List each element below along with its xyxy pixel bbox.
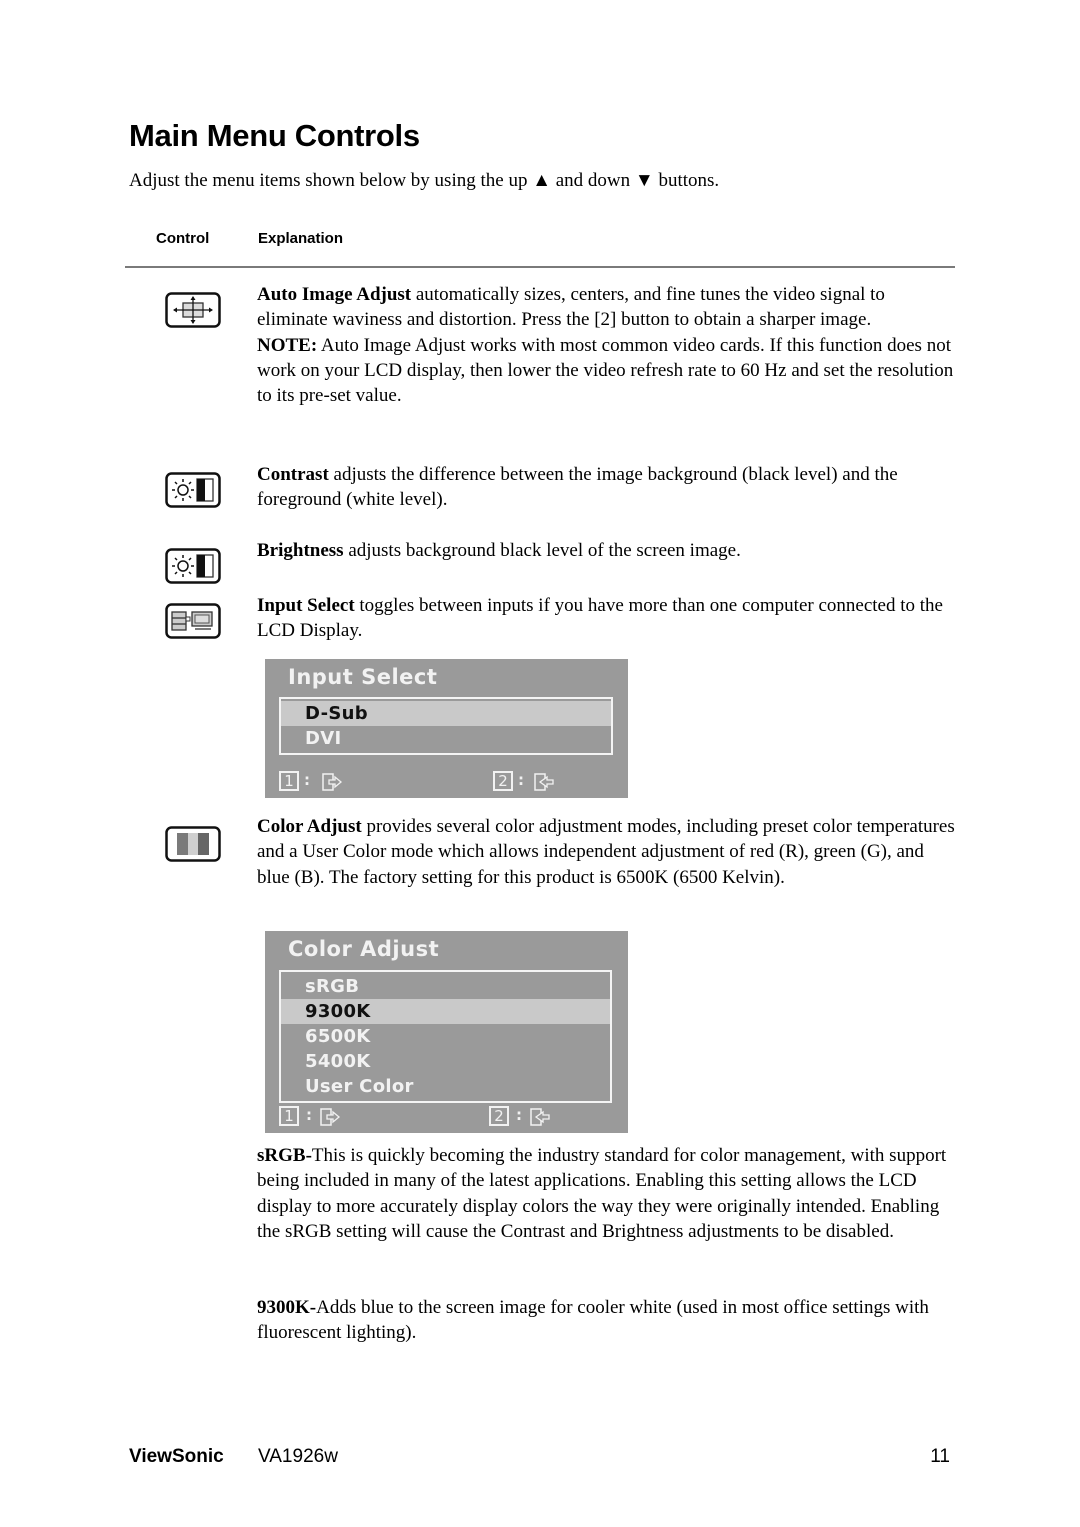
srgb-description: sRGB-This is quickly becoming the indust… bbox=[257, 1145, 947, 1242]
osd-option-list: sRGB 9300K 6500K 5400K User Color bbox=[279, 970, 612, 1103]
footer-brand: ViewSonic bbox=[129, 1446, 224, 1467]
control-name: Auto Image Adjust bbox=[257, 284, 412, 305]
key-1-label: 1 bbox=[279, 1106, 299, 1126]
osd-title: Color Adjust bbox=[288, 937, 440, 961]
auto-image-adjust-icon bbox=[165, 292, 221, 328]
osd-input-select-screenshot: Input Select D-Sub DVI 1 : 2 : bbox=[265, 659, 628, 798]
column-header-explanation: Explanation bbox=[258, 230, 344, 247]
osd-title: Input Select bbox=[288, 665, 438, 689]
osd-option-list: D-Sub DVI bbox=[279, 697, 613, 755]
osd-option-srgb[interactable]: sRGB bbox=[281, 974, 610, 999]
page-title: Main Menu Controls bbox=[129, 118, 420, 153]
input-select-icon bbox=[165, 603, 221, 639]
exit-icon bbox=[322, 773, 343, 791]
osd-option-dvi[interactable]: DVI bbox=[281, 726, 611, 751]
auto-image-adjust-description: Auto Image Adjust automatically sizes, c… bbox=[257, 284, 954, 407]
contrast-description: Contrast adjusts the difference between … bbox=[257, 464, 898, 511]
enter-icon bbox=[530, 1108, 550, 1126]
osd-footer: 1 : 2 : bbox=[279, 771, 614, 793]
footer-model: VA1926w bbox=[258, 1446, 338, 1467]
osd-option-user-color[interactable]: User Color bbox=[281, 1074, 610, 1099]
osd-option-5400k[interactable]: 5400K bbox=[281, 1049, 610, 1074]
input-select-description: Input Select toggles between inputs if y… bbox=[257, 595, 943, 642]
osd-option-6500k[interactable]: 6500K bbox=[281, 1024, 610, 1049]
option-name: 9300K- bbox=[257, 1297, 317, 1318]
osd-footer: 1 : 2 : bbox=[279, 1106, 614, 1128]
color-adjust-icon bbox=[165, 826, 221, 862]
osd-color-adjust-screenshot: Color Adjust sRGB 9300K 6500K 5400K User… bbox=[265, 931, 628, 1133]
control-name: Contrast bbox=[257, 464, 329, 485]
brightness-description: Brightness adjusts background black leve… bbox=[257, 540, 741, 561]
control-name: Color Adjust bbox=[257, 816, 362, 837]
9300k-description: 9300K-Adds blue to the screen image for … bbox=[257, 1297, 929, 1344]
page-number: 11 bbox=[930, 1446, 950, 1467]
brightness-icon bbox=[165, 548, 221, 584]
contrast-icon bbox=[165, 472, 221, 508]
key-1-label: 1 bbox=[279, 771, 299, 791]
intro-text: Adjust the menu items shown below by usi… bbox=[129, 170, 720, 191]
enter-icon bbox=[534, 773, 554, 791]
control-name: Input Select bbox=[257, 595, 355, 616]
osd-option-dsub[interactable]: D-Sub bbox=[281, 701, 611, 726]
key-2-label: 2 bbox=[489, 1106, 509, 1126]
color-adjust-description: Color Adjust provides several color adju… bbox=[257, 816, 955, 888]
control-name: Brightness bbox=[257, 540, 344, 561]
exit-icon bbox=[320, 1108, 341, 1126]
note-label: NOTE: bbox=[257, 334, 318, 356]
header-divider bbox=[125, 266, 955, 268]
column-header-control: Control bbox=[156, 230, 210, 247]
osd-option-9300k[interactable]: 9300K bbox=[281, 999, 610, 1024]
key-2-label: 2 bbox=[493, 771, 513, 791]
option-name: sRGB- bbox=[257, 1145, 312, 1166]
